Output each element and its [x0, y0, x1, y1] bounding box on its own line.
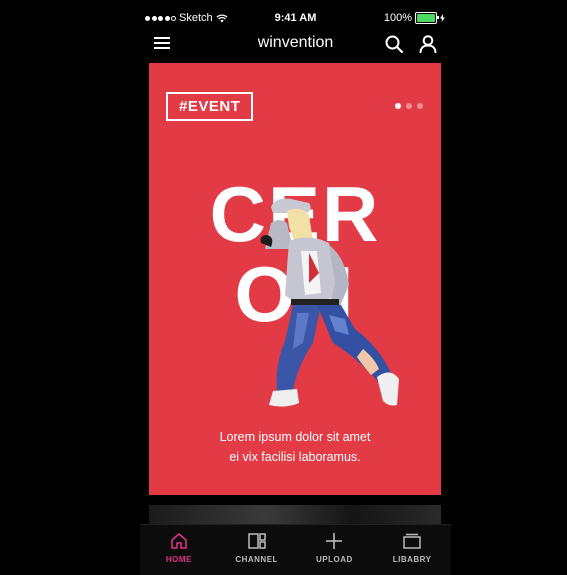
caption-line1: Lorem ipsum dolor sit amet [219, 430, 371, 444]
plus-icon [326, 533, 343, 549]
battery-group: 100% [384, 12, 445, 24]
nav-bar: winvention [140, 30, 451, 60]
pager-dot[interactable] [395, 103, 401, 109]
tab-library-label: LIBABRY [392, 555, 432, 564]
dancer-image [260, 198, 399, 407]
pager-dot[interactable] [417, 103, 423, 109]
charging-icon [440, 14, 445, 22]
card-caption: Lorem ipsum dolor sit amet ei vix facili… [149, 427, 441, 467]
library-icon [403, 533, 421, 549]
search-icon[interactable] [384, 34, 404, 54]
tab-home[interactable]: HOME [140, 525, 218, 575]
user-profile-icon[interactable] [418, 34, 438, 54]
tab-bar: HOME CHANNEL UPLOAD LIBABRY [140, 524, 451, 575]
tab-upload-label: UPLOAD [315, 555, 353, 564]
tab-channel-label: CHANNEL [235, 555, 278, 564]
pager-dot[interactable] [406, 103, 412, 109]
tab-home-label: HOME [165, 555, 192, 564]
tab-upload[interactable]: UPLOAD [296, 525, 374, 575]
carousel-pager[interactable] [395, 103, 423, 109]
channel-icon [247, 533, 266, 549]
tab-library[interactable]: LIBABRY [373, 525, 451, 575]
event-card[interactable]: #EVENT CER ON [149, 63, 441, 495]
caption-line2: ei vix facilisi laboramus. [229, 450, 361, 464]
app-title: winvention [257, 34, 334, 51]
phone-screen: Sketch 9:41 AM 100% winvention #EVENT CE… [140, 0, 451, 575]
battery-icon [415, 12, 439, 24]
tab-channel[interactable]: CHANNEL [218, 525, 296, 575]
battery-percent: 100% [383, 12, 412, 24]
event-tag: #EVENT [166, 92, 254, 121]
home-icon [171, 533, 187, 549]
